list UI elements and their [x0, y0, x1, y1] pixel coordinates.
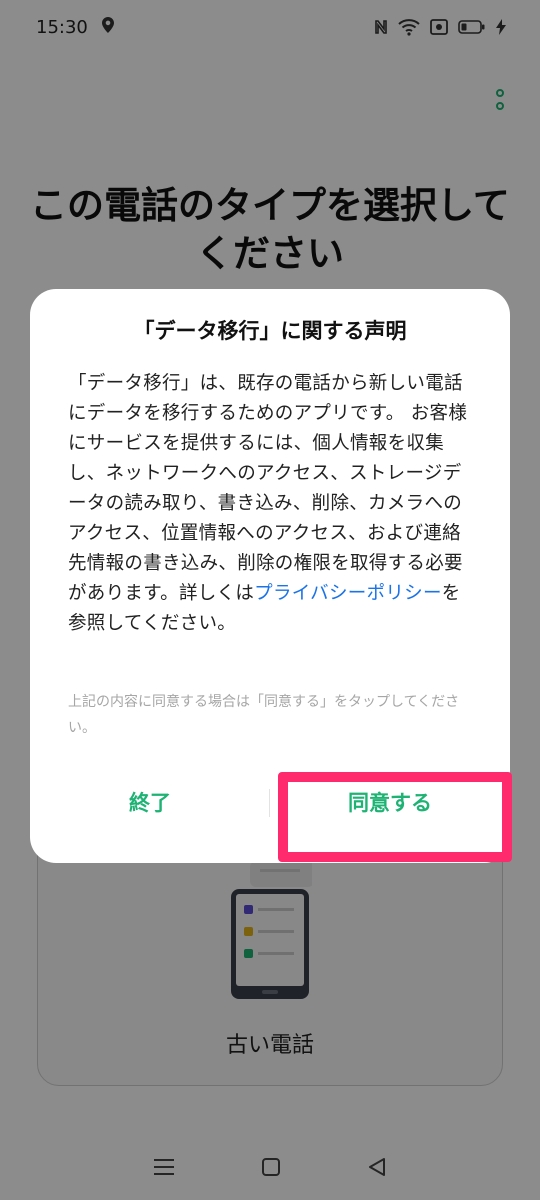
- dialog-body: 「データ移行」は、既存の電話から新しい電話にデータを移行するためのアプリです。 …: [68, 369, 478, 639]
- exit-button[interactable]: 終了: [30, 769, 270, 835]
- dialog-body-text: 「データ移行」は、既存の電話から新しい電話にデータを移行するためのアプリです。 …: [68, 373, 468, 604]
- dialog-hint: 上記の内容に同意する場合は「同意する」をタップしてください。: [68, 694, 460, 736]
- agree-button-highlight: [278, 772, 512, 862]
- dialog-title: 「データ移行」に関する声明: [133, 319, 407, 343]
- privacy-policy-link[interactable]: プライバシーポリシー: [254, 583, 442, 604]
- button-divider: [269, 789, 270, 817]
